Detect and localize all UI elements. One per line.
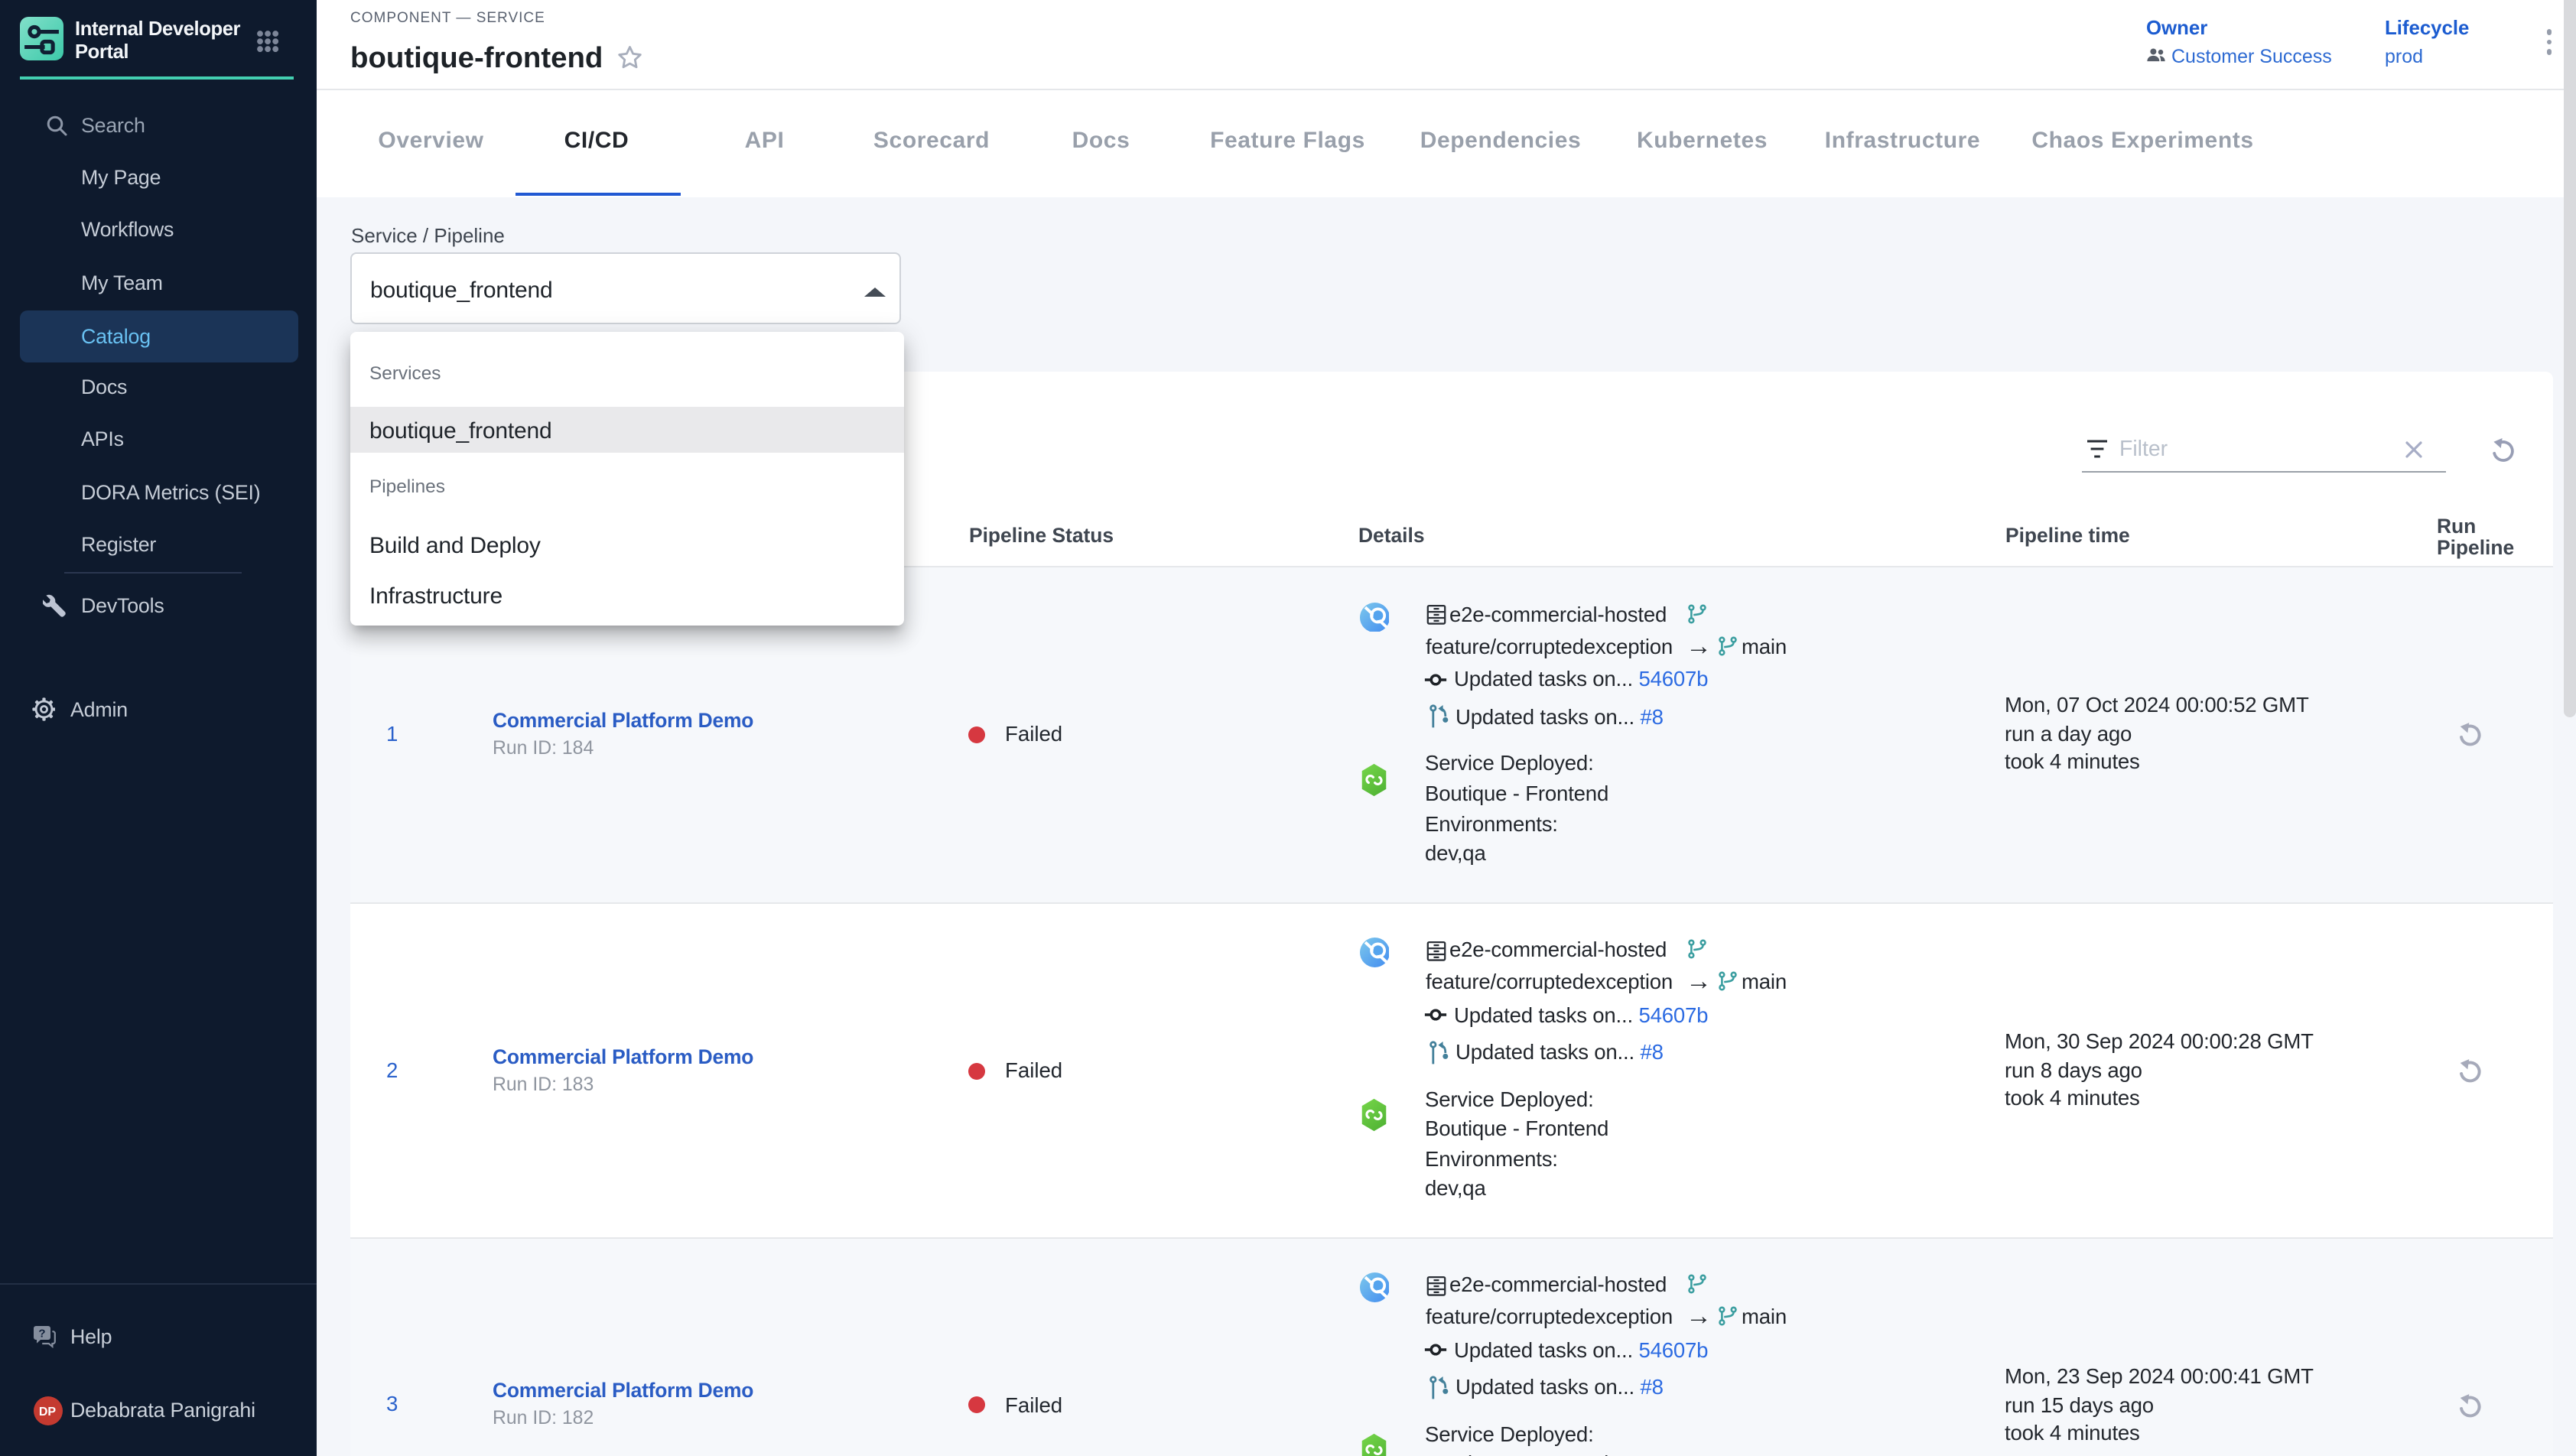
svg-text:?: ? [37, 1326, 44, 1339]
